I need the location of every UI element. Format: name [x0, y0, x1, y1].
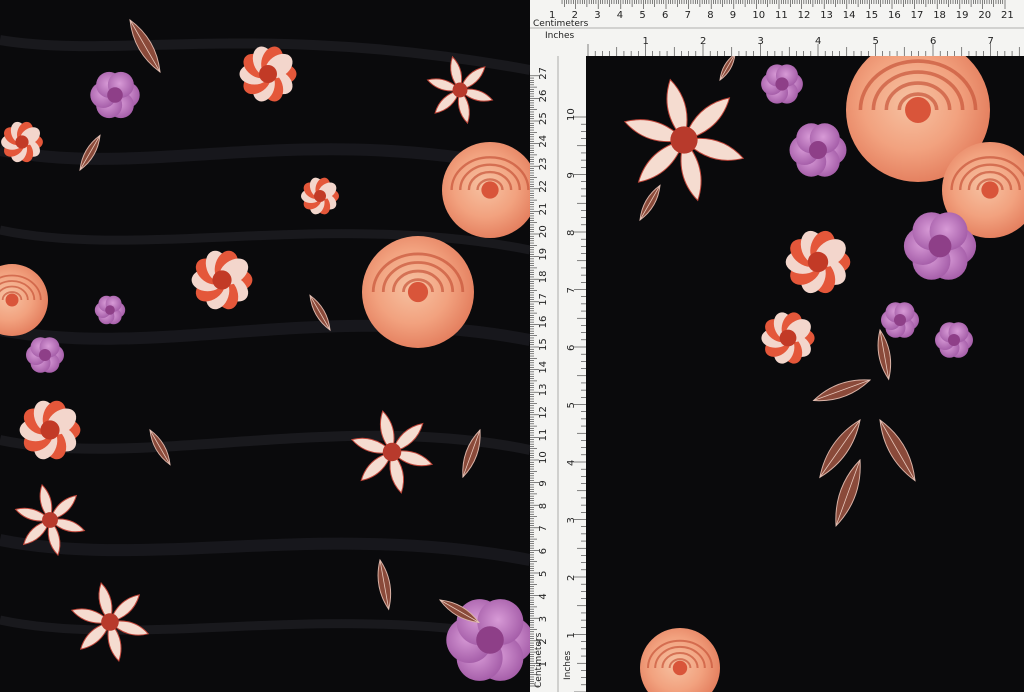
ruler-tick-label: 13 — [538, 383, 549, 396]
ruler-tick-label: 18 — [538, 270, 549, 283]
ruler-tick-label: 20 — [538, 225, 549, 238]
ruler-tick-label: 10 — [566, 108, 577, 121]
ruler-tick-label: 3 — [538, 616, 549, 622]
ruler-horizontal: Centimeters Inches 1 2 3 4 5 6 7 8 9 10 11 12 13 14 15… — [530, 0, 1024, 56]
ruler-tick-label: 5 — [639, 10, 645, 21]
mauve-flower — [94, 295, 126, 325]
ruler-tick-label: 19 — [956, 10, 969, 21]
ruler-tick-label: 18 — [933, 10, 946, 21]
ruler-tick-label: 2 — [700, 36, 706, 47]
rose-flower — [442, 142, 538, 238]
ruler-tick-label: 5 — [538, 571, 549, 577]
fabric-photo: Centimeters Inches 1 2 3 4 5 6 7 8 9 10 11 12 13 14 15… — [0, 0, 1024, 692]
ruler-tick-label: 7 — [538, 525, 549, 531]
ruler-tick-label: 20 — [978, 10, 991, 21]
ruler-tick-label: 3 — [566, 517, 577, 523]
ruler-tick-label: 9 — [566, 172, 577, 178]
mauve-flower — [935, 322, 973, 358]
ruler-tick-label: 2 — [538, 638, 549, 644]
ruler-tick-label: 6 — [930, 36, 936, 47]
ruler-tick-label: 15 — [538, 338, 549, 351]
ruler-tick-label: 27 — [538, 67, 549, 80]
ruler-tick-label: 4 — [617, 10, 623, 21]
mauve-flower — [26, 337, 64, 373]
ruler-tick-label: 13 — [820, 10, 833, 21]
ruler-tick-label: 7 — [685, 10, 691, 21]
ruler-tick-label: 1 — [566, 632, 577, 638]
ruler-tick-label: 21 — [1001, 10, 1014, 21]
ruler-tick-label: 2 — [566, 575, 577, 581]
ruler-tick-label: 9 — [538, 480, 549, 486]
ruler-tick-label: 12 — [798, 10, 811, 21]
mauve-flower — [761, 64, 803, 104]
mauve-flower — [789, 123, 847, 177]
ruler-tick-label: 6 — [662, 10, 668, 21]
ruler-tick-label: 1 — [538, 661, 549, 667]
ruler-tick-label: 4 — [538, 593, 549, 599]
ruler-tick-label: 8 — [538, 503, 549, 509]
ruler-vertical: Centimeters Inches 123456789101112131415… — [530, 56, 586, 692]
ruler-tick-label: 21 — [538, 203, 549, 216]
ruler-tick-label: 7 — [566, 287, 577, 293]
ruler-tick-label: 17 — [911, 10, 924, 21]
rose-flower — [362, 236, 474, 348]
ruler-tick-label: 6 — [566, 345, 577, 351]
ruler-tick-label: 1 — [549, 10, 555, 21]
ruler-tick-label: 3 — [758, 36, 764, 47]
ruler-tick-label: 25 — [538, 112, 549, 125]
ruler-tick-label: 3 — [594, 10, 600, 21]
mauve-flower — [903, 212, 977, 280]
mauve-flower — [90, 71, 140, 119]
ruler-tick-label: 7 — [988, 36, 994, 47]
ruler-tick-label: 9 — [730, 10, 736, 21]
ruler-tick-label: 5 — [566, 402, 577, 408]
ruler-tick-label: 16 — [888, 10, 901, 21]
ruler-side-in-label: Inches — [563, 650, 573, 680]
ruler-tick-label: 1 — [643, 36, 649, 47]
ruler-tick-label: 8 — [707, 10, 713, 21]
mauve-flower — [881, 302, 919, 338]
ruler-tick-label: 14 — [843, 10, 856, 21]
ruler-tick-label: 10 — [538, 451, 549, 464]
ruler-top-in-label: Inches — [545, 31, 575, 41]
ruler-tick-label: 10 — [752, 10, 765, 21]
ruler-tick-label: 2 — [572, 10, 578, 21]
ruler-tick-label: 8 — [566, 230, 577, 236]
ruler-tick-label: 4 — [815, 36, 821, 47]
ruler-tick-label: 12 — [538, 406, 549, 419]
ruler-tick-label: 26 — [538, 90, 549, 103]
ruler-tick-label: 11 — [538, 429, 549, 442]
ruler-top-cm-label: Centimeters — [533, 19, 589, 29]
ruler-tick-label: 24 — [538, 135, 549, 148]
ruler-tick-label: 11 — [775, 10, 788, 21]
ruler-tick-label: 22 — [538, 180, 549, 193]
ruler-tick-label: 17 — [538, 293, 549, 306]
ruler-tick-label: 14 — [538, 361, 549, 374]
ruler-tick-label: 6 — [538, 548, 549, 554]
ruler-tick-label: 15 — [865, 10, 878, 21]
ruler-tick-label: 16 — [538, 316, 549, 329]
ruler-tick-label: 23 — [538, 157, 549, 170]
fabric-print-illustration: Centimeters Inches 1 2 3 4 5 6 7 8 9 10 11 12 13 14 15… — [0, 0, 1024, 692]
ruler-tick-label: 19 — [538, 248, 549, 261]
ruler-tick-label: 4 — [566, 460, 577, 466]
ruler-tick-label: 5 — [873, 36, 879, 47]
